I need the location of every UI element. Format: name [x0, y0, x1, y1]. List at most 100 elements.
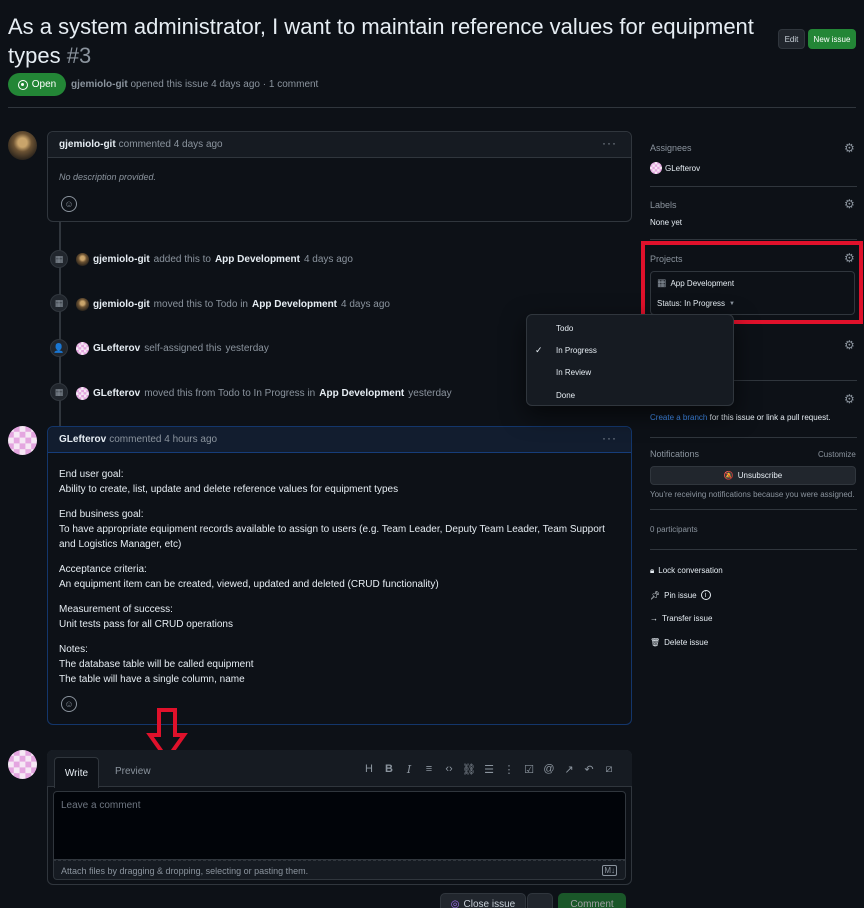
event-actor[interactable]: gjemiolo-git [93, 254, 150, 265]
comment-author[interactable]: GLefterov [59, 434, 106, 445]
avatar [650, 162, 662, 174]
pin-icon: 📌︎ [650, 590, 661, 600]
gear-icon[interactable]: ⚙ [844, 338, 855, 352]
menu-item-done[interactable]: Done [556, 391, 575, 400]
avatar[interactable] [8, 426, 37, 455]
participants-count: 0 participants [650, 525, 698, 534]
status-dropdown-menu: Todo ✓ In Progress In Review Done [526, 314, 734, 406]
smiley-icon[interactable]: ☺ [61, 696, 77, 712]
avatar [8, 750, 37, 779]
unsubscribe-label: Unsubscribe [737, 471, 783, 480]
close-issue-button[interactable]: ◎ Close issue [440, 893, 526, 908]
numbered-list-icon[interactable]: ⋮ [502, 763, 516, 776]
development-rest: for this issue or link a pull request. [709, 413, 831, 422]
notifications-label: Notifications [650, 449, 700, 459]
event-target[interactable]: App Development [319, 388, 404, 399]
link-icon[interactable]: ⛓ [462, 763, 476, 776]
timeline-event: GLefterov moved this from Todo to In Pro… [76, 387, 452, 400]
pin-label: Pin issue [664, 590, 697, 600]
event-text: added this to [153, 254, 211, 265]
event-time[interactable]: yesterday [408, 388, 451, 399]
kebab-menu-icon[interactable]: ··· [602, 136, 617, 150]
kebab-menu-icon[interactable]: ··· [602, 431, 617, 445]
event-actor[interactable]: GLefterov [93, 388, 140, 399]
section-heading: End user goal: [59, 469, 124, 480]
avatar[interactable] [8, 131, 37, 160]
new-issue-button[interactable]: New issue [808, 29, 856, 49]
assignees-label: Assignees [650, 143, 692, 153]
project-icon: ▦ [50, 250, 68, 268]
assignee-item[interactable]: GLefterov [650, 162, 700, 174]
edit-button[interactable]: Edit [778, 29, 805, 49]
slash-icon[interactable]: ⧄ [602, 763, 616, 776]
comment-textarea[interactable]: Leave a comment [53, 791, 626, 860]
avatar[interactable] [76, 253, 89, 266]
attach-files-bar[interactable]: Attach files by dragging & dropping, sel… [53, 860, 626, 880]
divider [650, 549, 857, 550]
notification-reason: You're receiving notifications because y… [650, 490, 855, 499]
smiley-icon[interactable]: ☺ [61, 196, 77, 212]
section-line: The database table will be called equipm… [59, 659, 254, 670]
comment-header: GLefterov commented 4 hours ago ··· [48, 427, 631, 453]
comment-time[interactable]: commented 4 days ago [119, 139, 223, 150]
quote-icon[interactable]: ≡ [422, 763, 436, 776]
transfer-issue-link[interactable]: → Transfer issue [650, 614, 712, 623]
divider [650, 437, 857, 438]
tab-write[interactable]: Write [54, 757, 99, 788]
avatar[interactable] [76, 342, 89, 355]
comment-button[interactable]: Comment [558, 893, 626, 908]
check-circle-icon: ◎ [450, 898, 460, 908]
lock-conversation-link[interactable]: 🔒︎ Lock conversation [650, 566, 723, 576]
mention-icon[interactable]: @ [542, 763, 556, 776]
menu-item-todo[interactable]: Todo [556, 324, 573, 333]
comment-body: End user goal: Ability to create, list, … [48, 453, 631, 687]
gear-icon[interactable]: ⚙ [844, 392, 855, 406]
italic-icon[interactable]: I [402, 763, 416, 776]
unsubscribe-button[interactable]: 🔕 Unsubscribe [650, 466, 856, 485]
event-time[interactable]: yesterday [226, 343, 269, 354]
body-section: End business goal: To have appropriate e… [59, 507, 620, 552]
avatar[interactable] [76, 387, 89, 400]
avatar[interactable] [76, 298, 89, 311]
body-section: Acceptance criteria: An equipment item c… [59, 562, 620, 592]
divider [650, 509, 857, 510]
comment-box: GLefterov commented 4 hours ago ··· End … [47, 426, 632, 725]
issue-author-link[interactable]: gjemiolo-git [71, 79, 128, 90]
event-actor[interactable]: GLefterov [93, 343, 140, 354]
task-list-icon[interactable]: ☑ [522, 763, 536, 776]
bell-slash-icon: 🔕 [723, 471, 734, 480]
gear-icon[interactable]: ⚙ [844, 197, 855, 211]
reference-icon[interactable]: ↗ [562, 763, 576, 776]
event-actor[interactable]: gjemiolo-git [93, 299, 150, 310]
labels-value: None yet [650, 218, 683, 227]
timeline-event: gjemiolo-git added this to App Developme… [76, 253, 353, 266]
pin-issue-link[interactable]: 📌︎ Pin issue i [650, 590, 711, 600]
bullet-list-icon[interactable]: ☰ [482, 763, 496, 776]
event-text: moved this to Todo in [153, 299, 248, 310]
trash-icon: 🗑︎ [650, 638, 661, 647]
transfer-label: Transfer issue [662, 614, 713, 623]
menu-item-in-review[interactable]: In Review [556, 368, 591, 377]
delete-issue-link[interactable]: 🗑︎ Delete issue [650, 638, 708, 647]
customize-link[interactable]: Customize [818, 450, 856, 459]
menu-item-in-progress[interactable]: In Progress [556, 346, 597, 355]
comment-time[interactable]: commented 4 hours ago [109, 434, 217, 445]
bold-icon[interactable]: B [382, 763, 396, 776]
reply-icon[interactable]: ↶ [582, 763, 596, 776]
event-target[interactable]: App Development [215, 254, 300, 265]
event-time[interactable]: 4 days ago [341, 299, 390, 310]
heading-icon[interactable]: H [362, 763, 376, 776]
body-section: Measurement of success: Unit tests pass … [59, 602, 620, 632]
code-icon[interactable]: ‹› [442, 763, 456, 776]
close-issue-options-button[interactable] [527, 893, 553, 908]
create-branch-link[interactable]: Create a branch [650, 413, 707, 422]
event-text: self-assigned this [144, 343, 222, 354]
divider [650, 239, 857, 240]
timeline-event: gjemiolo-git moved this to Todo in App D… [76, 298, 390, 311]
tab-preview[interactable]: Preview [115, 766, 151, 777]
event-time[interactable]: 4 days ago [304, 254, 353, 265]
comment-author[interactable]: gjemiolo-git [59, 139, 116, 150]
event-target[interactable]: App Development [252, 299, 337, 310]
info-icon: i [700, 590, 711, 600]
gear-icon[interactable]: ⚙ [844, 141, 855, 155]
